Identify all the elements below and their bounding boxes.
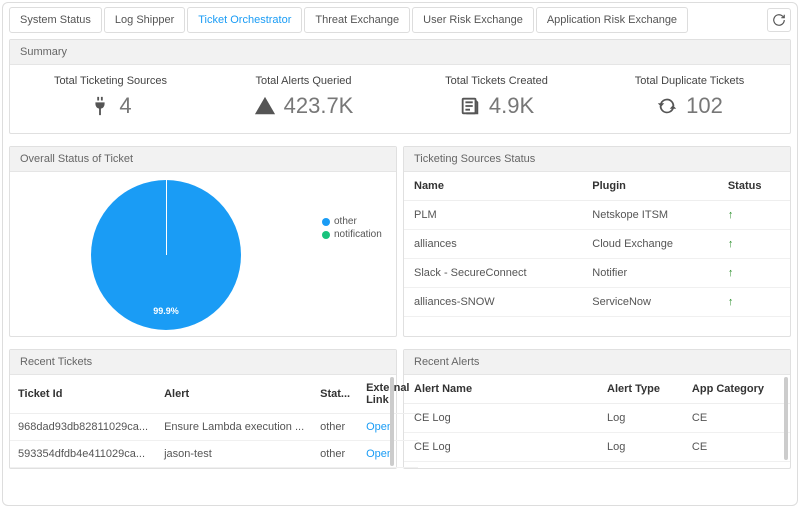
table-row[interactable]: alliancesCloud Exchange ↑: [404, 230, 790, 259]
cell-status: other: [312, 441, 358, 468]
summary-label: Total Tickets Created: [400, 75, 593, 87]
cell-status: other: [312, 414, 358, 441]
arrow-up-icon: ↑: [728, 238, 734, 250]
recent-tickets-card: Recent Tickets Ticket Id Alert Stat... E…: [9, 349, 397, 469]
cell-alert-name: CE Log: [404, 404, 597, 433]
summary-card: Summary Total Ticketing Sources 4 Total …: [9, 39, 791, 134]
col-status[interactable]: Status: [718, 172, 790, 201]
table-row[interactable]: PLMNetskope ITSM ↑: [404, 201, 790, 230]
cell-plugin: Netskope ITSM: [582, 201, 718, 230]
summary-item-sources: Total Ticketing Sources 4: [14, 75, 207, 119]
table-row[interactable]: alliances-SNOWServiceNow ↑: [404, 288, 790, 317]
refresh-icon: [772, 13, 786, 27]
table-row[interactable]: CE LogLogCE: [404, 433, 790, 462]
plug-icon: [89, 95, 111, 117]
cell-alert: jason-test: [156, 441, 312, 468]
table-row[interactable]: CE LogLogCE: [404, 404, 790, 433]
ticket-icon: [459, 95, 481, 117]
open-link[interactable]: Open: [366, 448, 393, 460]
summary-label: Total Alerts Queried: [207, 75, 400, 87]
cell-status: ↑: [718, 259, 790, 288]
col-app-category[interactable]: App Category: [682, 375, 790, 404]
pie-center-label: 99.9%: [153, 306, 179, 316]
tab-threat-exchange[interactable]: Threat Exchange: [304, 7, 410, 33]
col-name[interactable]: Name: [404, 172, 582, 201]
pie-legend: other notification: [314, 180, 388, 330]
legend-label: notification: [334, 229, 382, 240]
tab-user-risk-exchange[interactable]: User Risk Exchange: [412, 7, 534, 33]
col-alert-name[interactable]: Alert Name: [404, 375, 597, 404]
col-ticket-id[interactable]: Ticket Id: [10, 375, 156, 414]
cell-name: Slack - SecureConnect: [404, 259, 582, 288]
tabs: System Status Log Shipper Ticket Orchest…: [9, 7, 767, 33]
legend-item-notification: notification: [322, 229, 388, 240]
tab-system-status[interactable]: System Status: [9, 7, 102, 33]
recent-tickets-title: Recent Tickets: [10, 350, 396, 375]
arrow-up-icon: ↑: [728, 267, 734, 279]
cell-status: ↑: [718, 201, 790, 230]
cell-alert-type: Log: [597, 433, 682, 462]
legend-swatch-icon: [322, 218, 330, 226]
legend-label: other: [334, 216, 357, 227]
summary-item-tickets: Total Tickets Created 4.9K: [400, 75, 593, 119]
legend-item-other: other: [322, 216, 388, 227]
cell-name: alliances: [404, 230, 582, 259]
sync-icon: [656, 95, 678, 117]
cell-app-category: CE: [682, 433, 790, 462]
summary-value: 102: [686, 93, 723, 119]
tab-ticket-orchestrator[interactable]: Ticket Orchestrator: [187, 7, 302, 33]
sources-status-title: Ticketing Sources Status: [404, 147, 790, 172]
sources-status-table: Name Plugin Status PLMNetskope ITSM↑alli…: [404, 172, 790, 317]
arrow-up-icon: ↑: [728, 209, 734, 221]
cell-alert: Ensure Lambda execution ...: [156, 414, 312, 441]
alert-icon: [254, 95, 276, 117]
summary-title: Summary: [10, 40, 790, 65]
summary-label: Total Duplicate Tickets: [593, 75, 786, 87]
recent-tickets-table: Ticket Id Alert Stat... External Link 96…: [10, 375, 418, 468]
recent-alerts-card: Recent Alerts Alert Name Alert Type App …: [403, 349, 791, 469]
scrollbar[interactable]: [390, 377, 394, 466]
cell-alert-type: Log: [597, 404, 682, 433]
recent-alerts-table: Alert Name Alert Type App Category CE Lo…: [404, 375, 790, 462]
cell-plugin: Cloud Exchange: [582, 230, 718, 259]
tab-log-shipper[interactable]: Log Shipper: [104, 7, 185, 33]
pie-chart: 99.9%: [91, 180, 241, 330]
table-row[interactable]: 593354dfdb4e411029ca...jason-testother Op…: [10, 441, 418, 468]
col-alert[interactable]: Alert: [156, 375, 312, 414]
recent-alerts-title: Recent Alerts: [404, 350, 790, 375]
table-row[interactable]: 968dad93db82811029ca...Ensure Lambda exe…: [10, 414, 418, 441]
cell-status: ↑: [718, 288, 790, 317]
open-link[interactable]: Open: [366, 421, 393, 433]
cell-status: ↑: [718, 230, 790, 259]
sources-status-card: Ticketing Sources Status Name Plugin Sta…: [403, 146, 791, 337]
pie-title: Overall Status of Ticket: [10, 147, 396, 172]
tab-app-risk-exchange[interactable]: Application Risk Exchange: [536, 7, 688, 33]
summary-label: Total Ticketing Sources: [14, 75, 207, 87]
legend-swatch-icon: [322, 231, 330, 239]
cell-alert-name: CE Log: [404, 433, 597, 462]
cell-plugin: ServiceNow: [582, 288, 718, 317]
pie-card: Overall Status of Ticket 99.9% other not…: [9, 146, 397, 337]
summary-value: 4: [119, 93, 131, 119]
table-row[interactable]: Slack - SecureConnectNotifier ↑: [404, 259, 790, 288]
cell-ticket-id: 968dad93db82811029ca...: [10, 414, 156, 441]
col-status[interactable]: Stat...: [312, 375, 358, 414]
refresh-button[interactable]: [767, 8, 791, 32]
summary-item-duplicates: Total Duplicate Tickets 102: [593, 75, 786, 119]
summary-value: 4.9K: [489, 93, 534, 119]
cell-app-category: CE: [682, 404, 790, 433]
cell-name: PLM: [404, 201, 582, 230]
summary-item-alerts: Total Alerts Queried 423.7K: [207, 75, 400, 119]
col-plugin[interactable]: Plugin: [582, 172, 718, 201]
arrow-up-icon: ↑: [728, 296, 734, 308]
summary-value: 423.7K: [284, 93, 354, 119]
col-alert-type[interactable]: Alert Type: [597, 375, 682, 404]
cell-name: alliances-SNOW: [404, 288, 582, 317]
cell-plugin: Notifier: [582, 259, 718, 288]
top-bar: System Status Log Shipper Ticket Orchest…: [9, 7, 791, 33]
cell-ticket-id: 593354dfdb4e411029ca...: [10, 441, 156, 468]
scrollbar[interactable]: [784, 377, 788, 460]
